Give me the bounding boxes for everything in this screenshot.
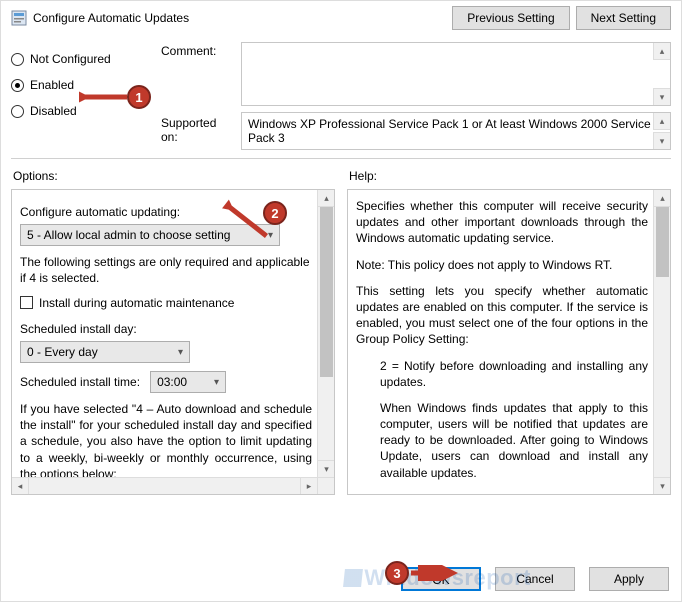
scroll-corner xyxy=(317,477,334,494)
scroll-up-icon[interactable]: ▴ xyxy=(654,190,671,207)
scrollbar-thumb[interactable] xyxy=(656,207,669,277)
cancel-button[interactable]: Cancel xyxy=(495,567,575,591)
options-note: The following settings are only required… xyxy=(20,254,312,286)
radio-label: Not Configured xyxy=(30,52,111,66)
checkbox-icon xyxy=(20,296,33,309)
help-text: Specifies whether this computer will rec… xyxy=(356,198,648,247)
supported-on-text: Windows XP Professional Service Pack 1 o… xyxy=(248,117,651,145)
configure-updating-label: Configure automatic updating: xyxy=(20,204,312,220)
horizontal-scrollbar[interactable]: ◂ ▸ xyxy=(12,477,317,494)
radio-label: Disabled xyxy=(30,104,77,118)
ok-button[interactable]: OK xyxy=(401,567,481,591)
vertical-scrollbar[interactable]: ▴ ▾ xyxy=(653,190,670,494)
radio-icon xyxy=(11,79,24,92)
help-text: When Windows finds updates that apply to… xyxy=(380,400,648,481)
select-value: 5 - Allow local admin to choose setting xyxy=(27,227,230,243)
scroll-up-icon[interactable]: ▴ xyxy=(653,43,670,60)
chevron-down-icon: ▾ xyxy=(268,229,273,243)
radio-icon xyxy=(11,53,24,66)
previous-setting-button[interactable]: Previous Setting xyxy=(452,6,569,30)
scrollbar-thumb[interactable] xyxy=(320,207,333,377)
app-icon xyxy=(11,10,27,26)
help-text: This setting lets you specify whether au… xyxy=(356,283,648,348)
radio-not-configured[interactable]: Not Configured xyxy=(11,52,161,66)
radio-enabled[interactable]: Enabled xyxy=(11,78,161,92)
options-label: Options: xyxy=(13,169,335,183)
scroll-down-icon[interactable]: ▾ xyxy=(318,460,335,477)
help-panel: Specifies whether this computer will rec… xyxy=(347,189,671,495)
divider xyxy=(11,158,671,159)
sched-time-label: Scheduled install time: xyxy=(20,374,140,390)
scroll-down-icon[interactable]: ▾ xyxy=(653,132,670,149)
checkbox-label: Install during automatic maintenance xyxy=(39,295,234,311)
supported-on-box: Windows XP Professional Service Pack 1 o… xyxy=(241,112,671,150)
chevron-down-icon: ▾ xyxy=(214,376,219,390)
radio-disabled[interactable]: Disabled xyxy=(11,104,161,118)
comment-textarea[interactable]: ▴ ▾ xyxy=(241,42,671,106)
select-value: 0 - Every day xyxy=(27,344,98,360)
options-panel: Configure automatic updating: 5 - Allow … xyxy=(11,189,335,495)
help-text: 3 = (Default setting) Download the updat… xyxy=(380,491,648,494)
next-setting-button[interactable]: Next Setting xyxy=(576,6,671,30)
window-title: Configure Automatic Updates xyxy=(33,11,189,25)
install-maintenance-checkbox[interactable]: Install during automatic maintenance xyxy=(20,295,312,311)
sched-day-select[interactable]: 0 - Every day ▾ xyxy=(20,341,190,363)
help-text: Note: This policy does not apply to Wind… xyxy=(356,257,648,273)
vertical-scrollbar[interactable]: ▴ ▾ xyxy=(317,190,334,477)
options-footnote: If you have selected "4 – Auto download … xyxy=(20,401,312,482)
scroll-down-icon[interactable]: ▾ xyxy=(654,477,671,494)
supported-on-label: Supported on: xyxy=(161,112,233,150)
configure-updating-select[interactable]: 5 - Allow local admin to choose setting … xyxy=(20,224,280,246)
radio-label: Enabled xyxy=(30,78,74,92)
scroll-right-icon[interactable]: ▸ xyxy=(300,478,317,495)
scroll-up-icon[interactable]: ▴ xyxy=(653,113,670,130)
select-value: 03:00 xyxy=(157,374,187,390)
apply-button[interactable]: Apply xyxy=(589,567,669,591)
scroll-down-icon[interactable]: ▾ xyxy=(653,88,670,105)
sched-time-select[interactable]: 03:00 ▾ xyxy=(150,371,226,393)
chevron-down-icon: ▾ xyxy=(178,346,183,360)
scroll-up-icon[interactable]: ▴ xyxy=(318,190,335,207)
help-text: 2 = Notify before downloading and instal… xyxy=(380,358,648,390)
comment-label: Comment: xyxy=(161,42,233,106)
scroll-left-icon[interactable]: ◂ xyxy=(12,478,29,495)
help-label: Help: xyxy=(349,169,671,183)
radio-icon xyxy=(11,105,24,118)
sched-day-label: Scheduled install day: xyxy=(20,321,312,337)
